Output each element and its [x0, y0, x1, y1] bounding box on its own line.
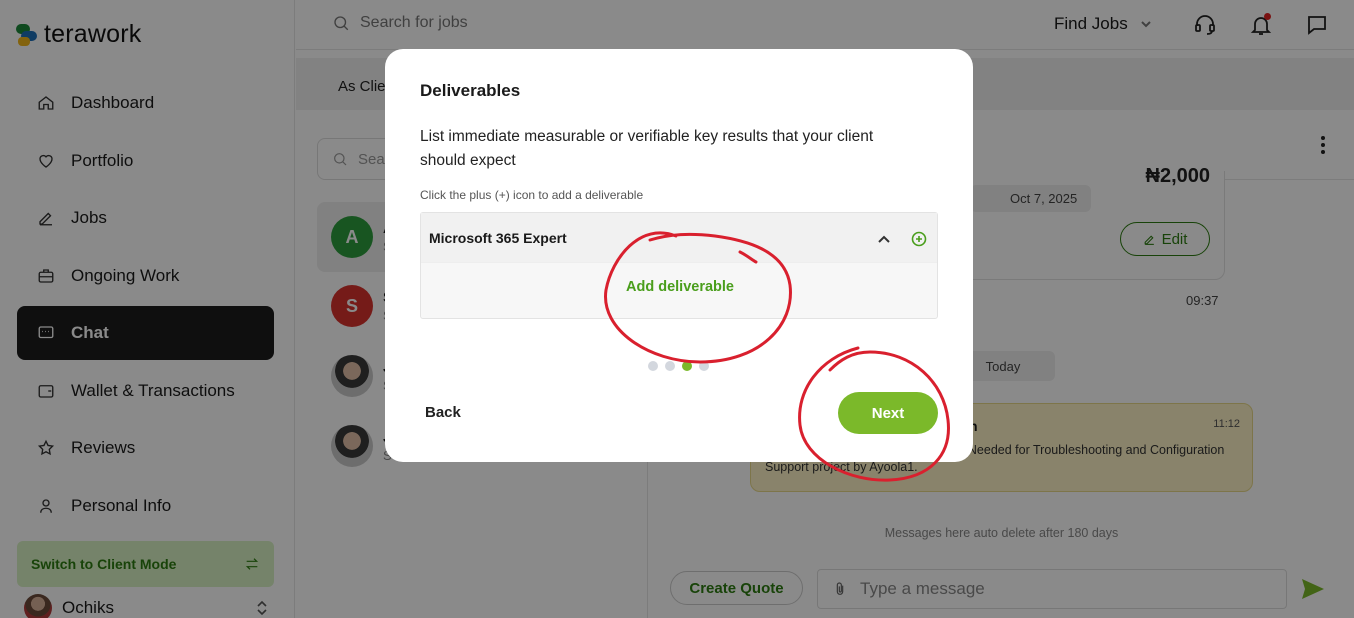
step-dot — [648, 361, 658, 371]
accordion-title: Microsoft 365 Expert — [429, 229, 567, 246]
step-indicator — [648, 361, 709, 371]
deliverable-accordion: Microsoft 365 Expert Add deliverable — [420, 212, 938, 319]
add-deliverable-plus-icon[interactable] — [911, 231, 927, 247]
step-dot — [699, 361, 709, 371]
accordion-header[interactable]: Microsoft 365 Expert — [421, 213, 937, 263]
step-dot — [665, 361, 675, 371]
modal-description: List immediate measurable or verifiable … — [420, 128, 874, 169]
next-button[interactable]: Next — [838, 392, 938, 434]
step-dot-active — [682, 361, 692, 371]
chevron-up-icon[interactable] — [877, 232, 891, 244]
modal-hint: Click the plus (+) icon to add a deliver… — [420, 188, 644, 202]
deliverables-modal: Deliverables List immediate measurable o… — [385, 49, 973, 462]
modal-title: Deliverables — [420, 81, 521, 100]
back-button[interactable]: Back — [425, 404, 461, 421]
add-deliverable-link[interactable]: Add deliverable — [421, 279, 939, 295]
